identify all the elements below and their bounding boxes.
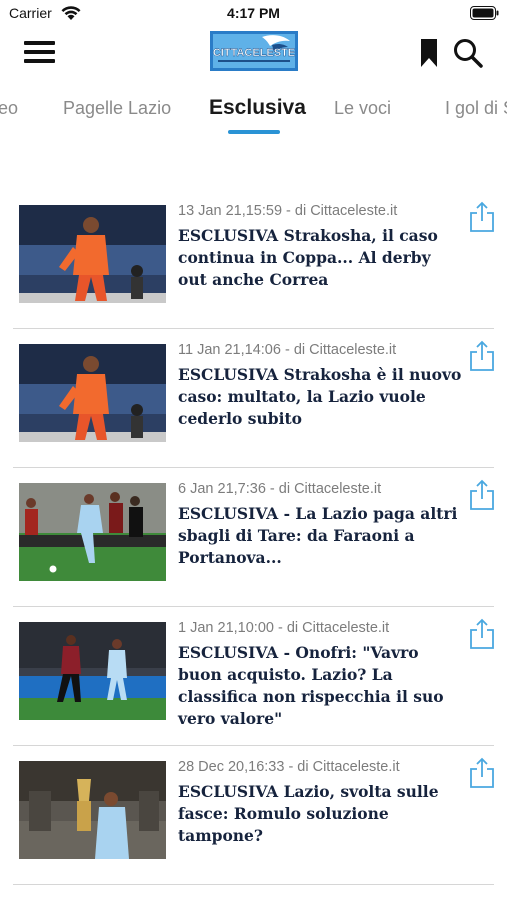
article-thumbnail (19, 622, 166, 720)
divider (13, 884, 494, 885)
search-button[interactable] (452, 38, 484, 68)
news-item[interactable]: 28 Dec 20,16:33 - di Cittaceleste.it ESC… (0, 746, 507, 885)
share-button[interactable] (469, 618, 495, 650)
search-icon (454, 39, 483, 68)
share-icon (470, 201, 494, 232)
share-button[interactable] (469, 340, 495, 372)
article-thumbnail (19, 205, 166, 303)
share-icon (470, 757, 494, 788)
category-tabs: eo Pagelle Lazio Esclusiva Le voci I gol… (0, 86, 507, 138)
menu-button[interactable] (24, 38, 56, 66)
share-icon (470, 340, 494, 371)
article-thumbnail (19, 344, 166, 442)
share-button[interactable] (469, 201, 495, 233)
tab-video[interactable]: eo (0, 98, 18, 119)
cittaceleste-logo[interactable]: CITTACELESTE (210, 31, 298, 71)
app-header: CITTACELESTE (0, 28, 507, 80)
article-meta: 13 Jan 21,15:59 - di Cittaceleste.it (178, 203, 398, 219)
bookmark-icon (421, 39, 437, 67)
share-icon (470, 479, 494, 510)
article-title[interactable]: ESCLUSIVA - Onofri: "Vavro buon acquisto… (178, 642, 464, 730)
bookmark-button[interactable] (418, 38, 440, 68)
article-thumbnail (19, 483, 166, 581)
news-item[interactable]: 6 Jan 21,7:36 - di Cittaceleste.it ESCLU… (0, 468, 507, 607)
active-tab-indicator (228, 130, 280, 134)
tab-le-voci[interactable]: Le voci (334, 98, 391, 119)
article-meta: 6 Jan 21,7:36 - di Cittaceleste.it (178, 481, 382, 497)
tab-i-gol[interactable]: I gol di S (445, 98, 507, 119)
article-meta: 28 Dec 20,16:33 - di Cittaceleste.it (178, 759, 400, 775)
menu-icon (24, 41, 55, 45)
article-thumbnail (19, 761, 166, 859)
status-bar: Carrier 4:17 PM (0, 0, 507, 28)
article-title[interactable]: ESCLUSIVA Lazio, svolta sulle fasce: Rom… (178, 781, 464, 847)
logo-text: CITTACELESTE (213, 47, 295, 59)
tab-pagelle-lazio[interactable]: Pagelle Lazio (63, 98, 171, 119)
news-item[interactable]: 13 Jan 21,15:59 - di Cittaceleste.it ESC… (0, 190, 507, 329)
share-icon (470, 618, 494, 649)
news-item[interactable]: 11 Jan 21,14:06 - di Cittaceleste.it ESC… (0, 329, 507, 468)
share-button[interactable] (469, 757, 495, 789)
battery-icon (470, 6, 499, 20)
clock: 4:17 PM (227, 5, 280, 21)
share-button[interactable] (469, 479, 495, 511)
tab-esclusiva[interactable]: Esclusiva (209, 96, 306, 120)
news-list: 13 Jan 21,15:59 - di Cittaceleste.it ESC… (0, 190, 507, 885)
article-title[interactable]: ESCLUSIVA Strakosha, il caso continua in… (178, 225, 464, 291)
news-item[interactable]: 1 Jan 21,10:00 - di Cittaceleste.it ESCL… (0, 607, 507, 746)
article-title[interactable]: ESCLUSIVA Strakosha è il nuovo caso: mul… (178, 364, 464, 430)
article-meta: 11 Jan 21,14:06 - di Cittaceleste.it (178, 342, 397, 358)
article-meta: 1 Jan 21,10:00 - di Cittaceleste.it (178, 620, 390, 636)
article-title[interactable]: ESCLUSIVA - La Lazio paga altri sbagli d… (178, 503, 464, 569)
